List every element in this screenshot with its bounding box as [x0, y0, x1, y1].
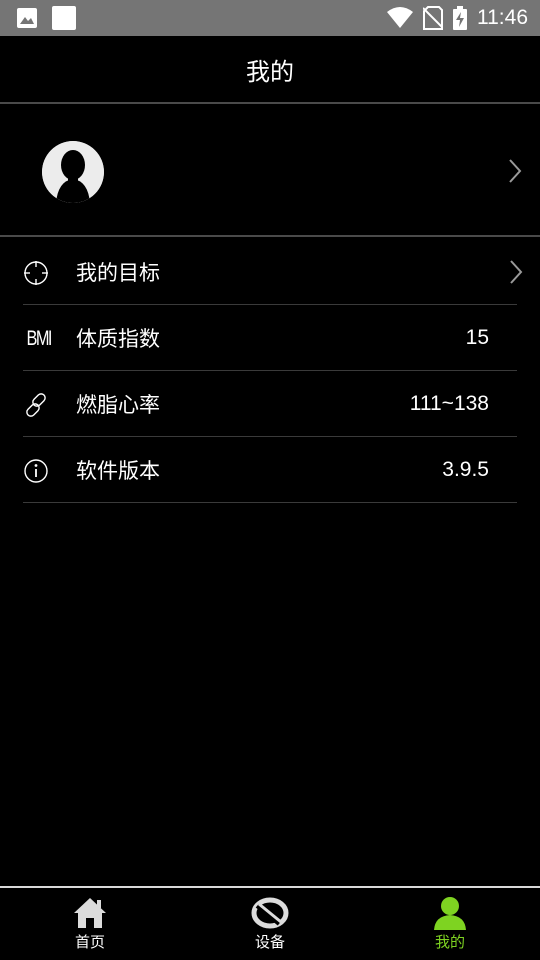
chevron-right-icon	[510, 260, 523, 284]
wifi-icon	[387, 7, 413, 28]
tab-label: 首页	[74, 933, 105, 951]
menu-item-fat-burn-heart-rate[interactable]: 燃脂心率 111~138	[23, 371, 517, 437]
menu-item-bmi[interactable]: BMI 体质指数 15	[23, 305, 517, 371]
status-bar: 11:46	[0, 0, 540, 36]
battery-charging-icon	[453, 6, 467, 30]
person-icon	[434, 897, 466, 930]
settings-list: 我的目标 BMI 体质指数 15 燃脂心率 111~138 软件版本 3.9.5	[0, 239, 540, 503]
tab-mine[interactable]: 我的	[360, 888, 540, 960]
home-icon	[74, 898, 106, 928]
page-title: 我的	[246, 57, 294, 86]
tab-label: 我的	[434, 933, 465, 951]
notification-square-icon	[52, 6, 76, 30]
target-icon	[23, 260, 49, 286]
menu-item-goal[interactable]: 我的目标	[23, 239, 523, 305]
menu-item-software-version[interactable]: 软件版本 3.9.5	[23, 437, 517, 503]
menu-item-value: 111~138	[409, 391, 489, 415]
no-sim-icon	[423, 6, 443, 30]
default-avatar-icon	[42, 141, 104, 203]
menu-item-label: 燃脂心率	[76, 392, 160, 417]
status-time: 11:46	[477, 6, 528, 29]
title-bar: 我的	[0, 36, 540, 104]
profile-row[interactable]	[0, 106, 540, 237]
menu-item-label: 体质指数	[76, 326, 160, 351]
info-icon	[23, 458, 49, 484]
menu-item-label: 我的目标	[76, 260, 160, 285]
bmi-icon: BMI	[26, 327, 52, 350]
menu-item-value: 3.9.5	[442, 457, 489, 481]
menu-item-label: 软件版本	[76, 458, 160, 483]
bottom-tab-bar: 首页 设备 我的	[0, 886, 540, 960]
image-icon	[17, 8, 37, 28]
device-icon	[251, 897, 289, 929]
menu-item-value: 15	[465, 325, 489, 349]
avatar[interactable]	[42, 141, 104, 203]
link-icon	[23, 392, 49, 418]
chevron-right-icon	[509, 159, 522, 183]
tab-home[interactable]: 首页	[0, 888, 180, 960]
tab-label: 设备	[254, 933, 285, 951]
tab-device[interactable]: 设备	[180, 888, 360, 960]
